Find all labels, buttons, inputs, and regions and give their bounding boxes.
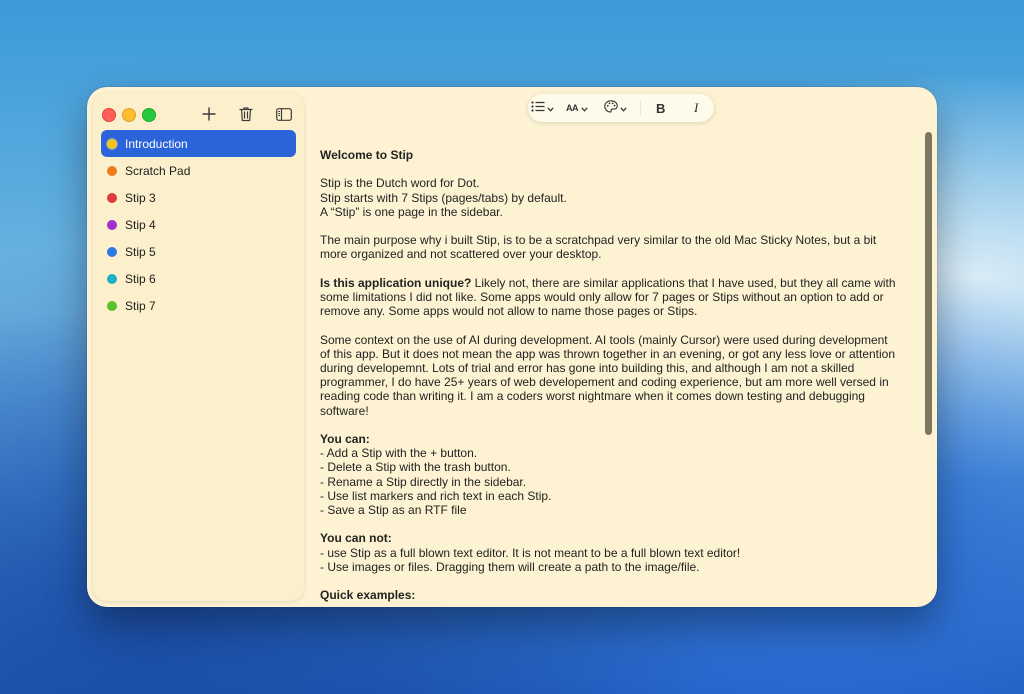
color-dot-icon [107,165,117,176]
plus-icon[interactable] [198,103,220,125]
sidebar-item-label: Stip 4 [125,217,156,232]
sidebar: Introduction Scratch Pad Stip 3 Stip 4 Stip … [93,93,304,601]
sidebar-item-label: Introduction [125,136,188,151]
zoom-window-button[interactable] [142,108,156,122]
intro-line: Stip starts with 7 Stips (pages/tabs) by… [320,190,567,205]
minimize-window-button[interactable] [122,108,136,122]
color-button[interactable] [604,94,627,122]
close-window-button[interactable] [102,108,116,122]
list-item: - Rename a Stip directly in the sidebar. [320,474,527,489]
can-heading: You can: [320,431,370,446]
sidebar-item[interactable]: Scratch Pad [101,157,296,184]
italic-button[interactable]: I [694,94,698,122]
chevron-down-icon [581,101,588,115]
color-dot-icon [107,219,117,230]
text-size-label: AA [566,103,579,113]
toolbar-divider [640,101,641,115]
sidebar-item[interactable]: Stip 6 [101,265,296,292]
sidebar-item[interactable]: Stip 4 [101,211,296,238]
palette-icon [604,100,618,116]
app-window: Introduction Scratch Pad Stip 3 Stip 4 Stip … [87,87,937,607]
trash-icon[interactable] [235,103,257,125]
list-item: - Delete a Stip with the trash button. [320,460,511,475]
unique-paragraph: Is this application unique? Likely not, … [320,276,900,319]
format-toolbar: AA B I [528,94,714,122]
color-dot-icon [107,273,117,284]
sidebar-item[interactable]: Stip 5 [101,238,296,265]
intro-line: A “Stip” is one page in the sidebar. [320,204,503,219]
list-item: - Save a Stip as an RTF file [320,503,467,517]
chevron-down-icon [620,101,627,115]
color-dot-icon [107,300,117,311]
list-item: - Add a Stip with the + button. [320,446,478,461]
color-dot-icon [107,246,117,257]
sidebar-item-label: Stip 7 [125,298,156,313]
sidebar-item-label: Stip 3 [125,190,156,205]
list-style-button[interactable] [531,94,554,122]
list-item: - Use list markers and rich text in each… [320,488,552,503]
sidebar-toggle-icon[interactable] [273,103,295,125]
sidebar-item[interactable]: Introduction [101,130,296,157]
document-title: Welcome to Stip [320,148,414,162]
list-icon [531,101,545,115]
scrollbar-thumb[interactable] [925,132,932,435]
sidebar-item-label: Stip 5 [125,244,156,259]
chevron-down-icon [547,101,554,115]
sidebar-list: Introduction Scratch Pad Stip 3 Stip 4 Stip … [101,130,296,319]
ai-context-paragraph: Some context on the use of AI during dev… [320,332,896,418]
sidebar-item-label: Scratch Pad [125,163,191,178]
color-dot-icon [107,138,117,149]
list-item: - Use images or files. Dragging them wil… [320,559,700,574]
sidebar-item[interactable]: Stip 3 [101,184,296,211]
intro-line: Stip is the Dutch word for Dot. [320,176,480,191]
editor-text-area[interactable]: Welcome to Stip Stip is the Dutch word f… [320,148,900,602]
examples-heading: Quick examples: [320,588,416,603]
text-size-button[interactable]: AA [566,94,588,122]
sidebar-item[interactable]: Stip 7 [101,292,296,319]
purpose-paragraph: The main purpose why i built Stip, is to… [320,233,877,262]
unique-question: Is this application unique? [320,275,472,290]
list-item: - use Stip as a full blown text editor. … [320,545,741,560]
sidebar-item-label: Stip 6 [125,271,156,286]
bold-button[interactable]: B [656,94,665,122]
color-dot-icon [107,192,117,203]
cannot-heading: You can not: [320,531,392,546]
